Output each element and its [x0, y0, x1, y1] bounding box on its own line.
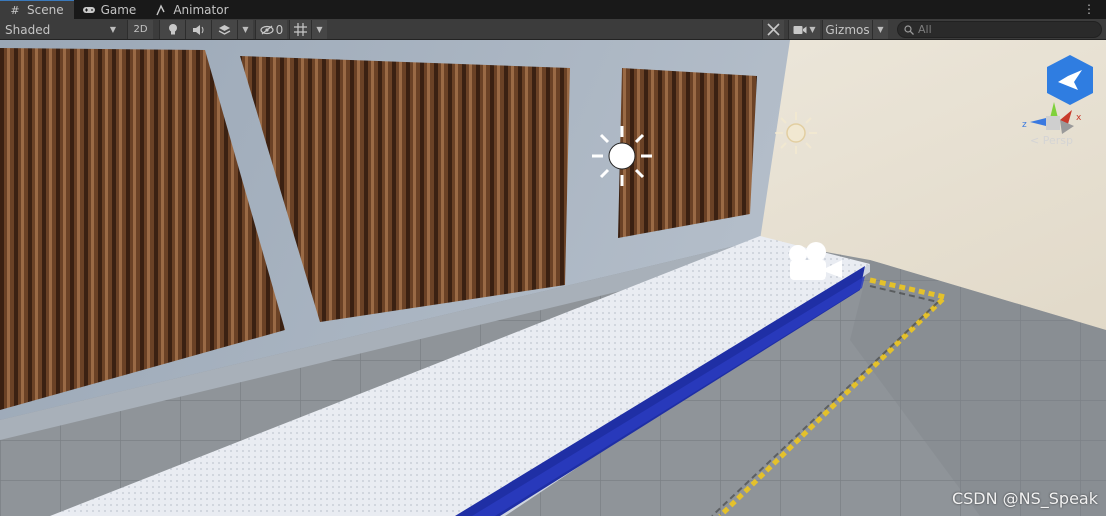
audio-toggle-button[interactable]: [185, 20, 211, 39]
scene-visibility-button[interactable]: 0: [255, 20, 287, 39]
tab-label: Animator: [173, 2, 229, 17]
gamepad-icon: [82, 4, 96, 16]
orientation-gizmo-icon[interactable]: z x: [1012, 100, 1084, 136]
grid-icon: [294, 23, 307, 36]
axis-x-label: x: [1076, 113, 1082, 123]
app-logo-icon: [1047, 55, 1093, 105]
grid-dropdown[interactable]: ▼: [311, 20, 327, 39]
shading-mode-label: Shaded: [5, 22, 51, 37]
search-input[interactable]: [918, 23, 1088, 36]
lightbulb-icon: [168, 24, 177, 35]
tab-strip: # Scene Game Animator ⋮: [0, 0, 1106, 19]
animator-icon: [154, 3, 168, 16]
chevron-down-icon: ▼: [809, 25, 816, 34]
camera-icon: [793, 25, 807, 34]
gizmos-button[interactable]: Gizmos: [822, 20, 872, 39]
effects-dropdown[interactable]: ▼: [237, 20, 253, 39]
curtain-right: [618, 68, 757, 238]
secondary-light-icon[interactable]: [775, 112, 817, 154]
speaker-icon: [192, 24, 203, 35]
tab-game[interactable]: Game: [74, 0, 147, 19]
scene-toolbar: Shaded ▼ 2D ▼ 0 ▼ ▼ Gizmos ▼: [0, 19, 1106, 40]
toggle-2d-button[interactable]: 2D: [127, 20, 153, 39]
chevron-down-icon: ▼: [316, 25, 323, 34]
projection-toggle[interactable]: < Persp: [1030, 134, 1073, 147]
gizmos-dropdown[interactable]: ▼: [872, 20, 888, 39]
gizmos-label: Gizmos: [825, 22, 870, 37]
grid-toggle-button[interactable]: [289, 20, 311, 39]
layers-icon: [218, 24, 231, 35]
more-menu-icon[interactable]: ⋮: [1083, 2, 1095, 16]
hash-icon: #: [10, 3, 20, 17]
scene-search-field[interactable]: [897, 21, 1102, 38]
effects-toggle-button[interactable]: [211, 20, 237, 39]
eye-hidden-icon: [260, 25, 274, 34]
tab-scene[interactable]: # Scene: [0, 0, 74, 19]
chevron-down-icon: ▼: [877, 25, 884, 34]
crossed-tools-icon: [767, 23, 780, 36]
search-icon: [904, 24, 914, 35]
watermark-text: CSDN @NS_Speak: [951, 489, 1098, 508]
chevron-down-icon: ▼: [109, 25, 116, 34]
lighting-toggle-button[interactable]: [159, 20, 185, 39]
scene-viewport[interactable]: z x < Persp CSDN @NS_Speak: [0, 40, 1106, 516]
camera-settings-dropdown[interactable]: ▼: [788, 20, 820, 39]
chevron-down-icon: ▼: [242, 25, 249, 34]
tab-label: Scene: [27, 3, 64, 17]
axis-z-label: z: [1022, 120, 1027, 130]
sun-light-icon[interactable]: [592, 126, 652, 186]
hidden-count: 0: [275, 22, 284, 37]
toggle-2d-label: 2D: [133, 24, 148, 35]
scene-render: [0, 40, 1106, 516]
tools-button[interactable]: [762, 20, 784, 39]
shading-mode-dropdown[interactable]: Shaded ▼: [0, 20, 122, 39]
tab-animator[interactable]: Animator: [146, 0, 238, 19]
tab-label: Game: [100, 2, 137, 17]
